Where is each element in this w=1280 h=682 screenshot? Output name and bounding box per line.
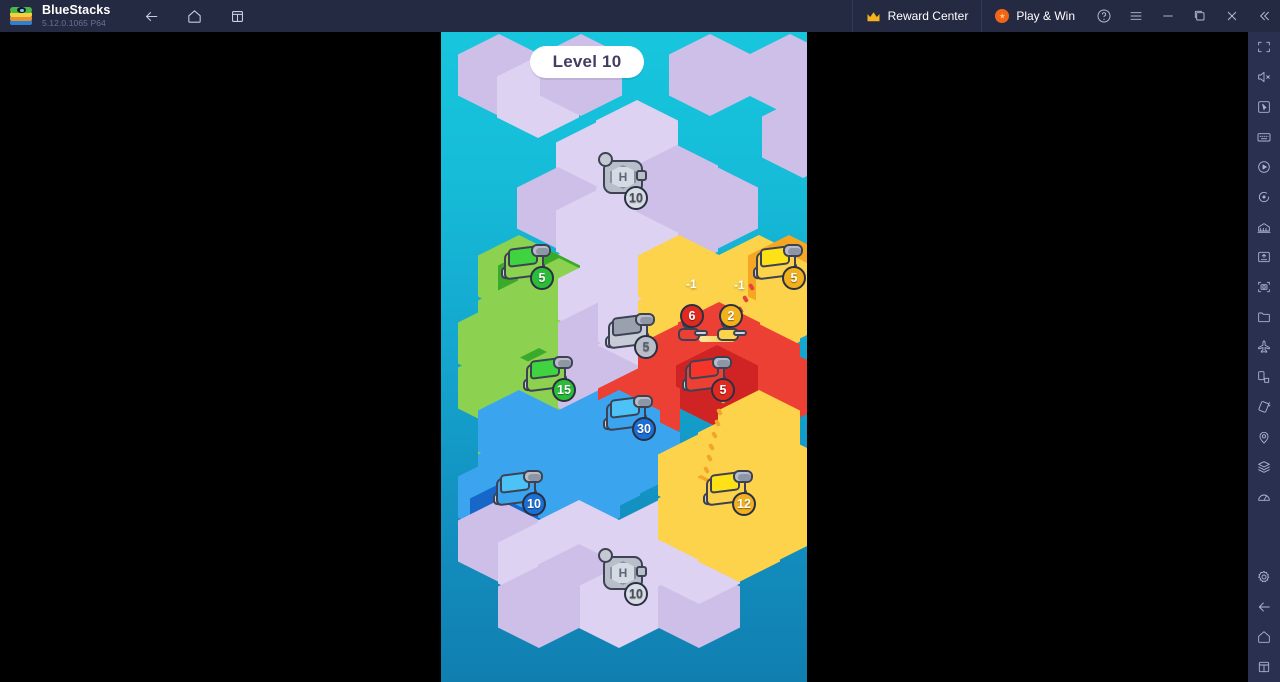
keyboard-controls-button[interactable] [1248,122,1280,152]
game-controls-button[interactable] [1248,92,1280,122]
eco-mode-button[interactable] [1248,332,1280,362]
shake-device-button[interactable] [1248,392,1280,422]
app-version: 5.12.0.1065 P64 [42,17,106,28]
unit-count-badge: 15 [552,378,576,402]
base-flag-icon [598,152,613,167]
base-nub [636,566,647,577]
close-button[interactable] [1216,0,1248,32]
tank-turret [523,470,543,483]
help-button[interactable] [1088,0,1120,32]
macro-recorder-button[interactable] [1248,152,1280,182]
play-and-win-label: Play & Win [1016,9,1075,23]
tank-turret [733,470,753,483]
app-name: BlueStacks [42,3,111,18]
app-identity: BlueStacks 5.12.0.1065 P64 [42,4,110,27]
hex-tile[interactable] [498,566,580,660]
reward-center-label: Reward Center [887,9,969,23]
unit-count-badge: 10 [624,582,648,606]
menu-button[interactable] [1120,0,1152,32]
tank-turret [553,356,573,369]
damage-marker-left: -1 [686,277,697,291]
unit-count-badge: 5 [634,335,658,359]
base-letter: H [618,566,628,580]
unit-count-badge: 30 [632,417,656,441]
unit-count-badge: 6 [680,304,704,328]
hex-tile[interactable] [669,34,751,128]
script-button[interactable] [1248,182,1280,212]
trim-memory-button[interactable] [1248,482,1280,512]
collapse-sidebar-button[interactable] [1248,0,1280,32]
base-nub [636,170,647,181]
layers-button[interactable] [1248,452,1280,482]
unit-count-badge: 5 [782,266,806,290]
media-manager-button[interactable] [1248,302,1280,332]
hex-tile[interactable] [762,96,807,190]
screenshot-button[interactable] [1248,272,1280,302]
home-button[interactable] [179,1,209,31]
reward-center-button[interactable]: Reward Center [851,0,982,32]
tank-turret [783,244,803,257]
unit-count-badge: 5 [711,378,735,402]
crown-icon [866,11,881,22]
game-viewport[interactable]: -1 -1 H 10 5 5 5 6 2 15 5 30 10 12 H 10 Level 10 [441,32,807,682]
settings-button[interactable] [1248,562,1280,592]
multi-instance-button[interactable] [1248,212,1280,242]
fullscreen-button[interactable] [1248,32,1280,62]
unit-count-badge: 2 [719,304,743,328]
unit-count-badge: 10 [522,492,546,516]
level-indicator: Level 10 [530,46,644,78]
soldier-weapon [733,330,747,336]
rotate-screen-button[interactable] [1248,362,1280,392]
hex-board[interactable]: -1 -1 H 10 5 5 5 6 2 15 5 30 10 12 H 10 [441,32,807,682]
unit-count-badge: 12 [732,492,756,516]
tank-turret [633,395,653,408]
tank-turret [712,356,732,369]
titlebar-right-group: Reward Center Play & Win [851,0,1280,32]
maximize-button[interactable] [1184,0,1216,32]
soldier-weapon [694,330,708,336]
unit-count-badge: 10 [624,186,648,210]
base-letter: H [618,170,628,184]
damage-marker-right: -1 [734,278,745,292]
sidebar-home-button[interactable] [1248,622,1280,652]
level-label: Level 10 [552,52,622,71]
sidebar-recents-button[interactable] [1248,652,1280,682]
unit-count-badge: 5 [530,266,554,290]
tank-turret [635,313,655,326]
tank-turret [531,244,551,257]
mute-button[interactable] [1248,62,1280,92]
back-button[interactable] [136,1,166,31]
bluestacks-sidebar [1248,32,1280,682]
location-button[interactable] [1248,422,1280,452]
minimize-button[interactable] [1152,0,1184,32]
recents-button[interactable] [222,1,252,31]
install-apk-button[interactable] [1248,242,1280,272]
bluestacks-logo-icon [10,5,32,27]
titlebar: BlueStacks 5.12.0.1065 P64 Reward Center… [0,0,1280,32]
base-flag-icon [598,548,613,563]
navigation-buttons [136,1,252,31]
play-and-win-button[interactable]: Play & Win [981,0,1088,32]
star-badge-icon [995,9,1010,23]
sidebar-back-button[interactable] [1248,592,1280,622]
